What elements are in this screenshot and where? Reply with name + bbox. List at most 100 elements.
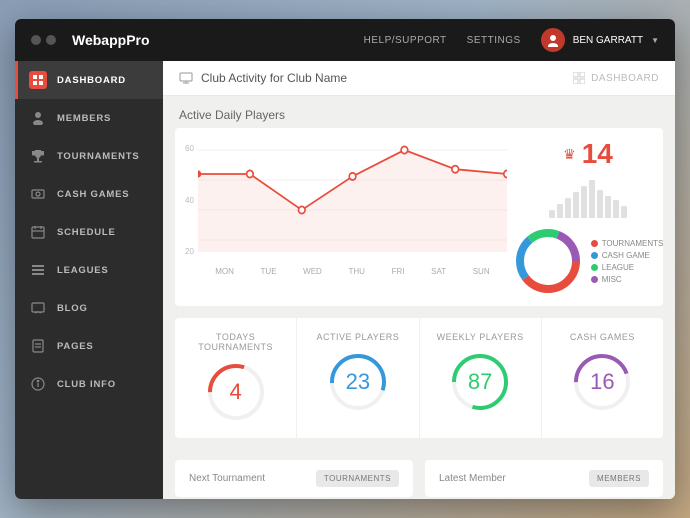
pages-icon xyxy=(29,337,47,355)
chevron-down-icon: ▼ xyxy=(651,36,659,45)
cashgames-icon xyxy=(29,185,47,203)
donut-area: TOURNAMENTS CASH GAME LEAGUE xyxy=(513,226,664,296)
monitor-icon xyxy=(179,71,193,85)
legend-dot-league xyxy=(591,264,598,271)
content-header: Club Activity for Club Name DASHBOARD xyxy=(163,61,675,96)
legend-label-league: LEAGUE xyxy=(602,263,634,272)
settings-link[interactable]: SETTINGS xyxy=(467,35,521,46)
sidebar-item-dashboard[interactable]: DASHBOARD xyxy=(15,61,163,99)
crown-stat: ♛ 14 xyxy=(563,138,613,170)
bar-6 xyxy=(589,180,595,218)
close-control[interactable] xyxy=(31,35,41,45)
progress-active-players: 23 xyxy=(326,350,390,414)
sidebar-item-pages[interactable]: PAGES xyxy=(15,327,163,365)
tournaments-icon xyxy=(29,147,47,165)
legend-label-tournaments: TOURNAMENTS xyxy=(602,239,664,248)
user-name: BEN GARRATT xyxy=(573,35,643,46)
stat-value-1: 23 xyxy=(346,369,370,395)
legend-cashgame: CASH GAME xyxy=(591,251,664,260)
bar-9 xyxy=(613,200,619,218)
donut-chart xyxy=(513,226,583,296)
stat-value-0: 4 xyxy=(230,379,242,405)
sidebar-blog-label: BLOG xyxy=(57,303,88,314)
bar-2 xyxy=(557,204,563,218)
minimize-control[interactable] xyxy=(46,35,56,45)
line-chart-svg xyxy=(198,138,507,258)
x-label-fri: FRI xyxy=(392,267,405,276)
progress-todays-tournaments: 4 xyxy=(204,360,268,424)
legend-misc: MISC xyxy=(591,275,664,284)
blog-icon xyxy=(29,299,47,317)
main-content: Club Activity for Club Name DASHBOARD Ac… xyxy=(163,61,675,499)
help-support-link[interactable]: HELP/SUPPORT xyxy=(364,35,447,46)
sidebar-clubinfo-label: CLUB INFO xyxy=(57,379,116,390)
x-axis-labels: MON TUE WED THU FRI SAT SUN xyxy=(198,267,507,276)
legend-league: LEAGUE xyxy=(591,263,664,272)
bar-8 xyxy=(605,196,611,218)
bar-7 xyxy=(597,190,603,218)
sidebar-pages-label: PAGES xyxy=(57,341,94,352)
sidebar-item-leagues[interactable]: LEAGUES xyxy=(15,251,163,289)
mini-bar-chart xyxy=(549,178,627,218)
legend-tournaments: TOURNAMENTS xyxy=(591,239,664,248)
leagues-icon xyxy=(29,261,47,279)
sidebar-cashgames-label: CASH GAMES xyxy=(57,189,129,200)
stat-title-0: Todays Tournaments xyxy=(185,332,286,352)
sidebar-tournaments-label: TOURNAMENTS xyxy=(57,151,140,162)
next-tournament-title: Next Tournament xyxy=(189,473,265,484)
stat-title-3: Cash Games xyxy=(552,332,653,342)
progress-weekly-players: 87 xyxy=(448,350,512,414)
dashboard-icon xyxy=(29,71,47,89)
crown-stat-value: 14 xyxy=(582,138,613,170)
stat-value-2: 87 xyxy=(468,369,492,395)
bar-1 xyxy=(549,210,555,218)
y-label-40: 40 xyxy=(185,196,194,205)
breadcrumb-icon xyxy=(573,72,585,84)
chart-svg-area: MON TUE WED THU FRI SAT SUN xyxy=(198,138,507,276)
chart-section-title: Active Daily Players xyxy=(163,96,675,128)
legend-label-cashgame: CASH GAME xyxy=(602,251,650,260)
sidebar-item-cashgames[interactable]: CASH GAMES xyxy=(15,175,163,213)
bar-4 xyxy=(573,192,579,218)
breadcrumb-text: DASHBOARD xyxy=(591,73,659,84)
app-body: DASHBOARD MEMBERS TOURN xyxy=(15,61,675,499)
members-icon xyxy=(29,109,47,127)
x-label-thu: THU xyxy=(348,267,364,276)
x-label-sat: SAT xyxy=(431,267,446,276)
stat-card-weekly-players: Weekly Players 87 xyxy=(420,318,542,438)
latest-member-title: Latest Member xyxy=(439,473,506,484)
stat-card-active-players: Active Players 23 xyxy=(297,318,419,438)
y-axis-labels: 60 40 20 xyxy=(185,138,194,276)
progress-cash-games: 16 xyxy=(570,350,634,414)
user-menu[interactable]: BEN GARRATT ▼ xyxy=(541,28,659,52)
content-title: Club Activity for Club Name xyxy=(201,71,347,85)
spacer xyxy=(163,450,675,460)
sidebar-item-blog[interactable]: BLOG xyxy=(15,289,163,327)
stats-row: Todays Tournaments 4 Active Players xyxy=(175,318,663,438)
window-controls xyxy=(31,35,56,45)
schedule-icon xyxy=(29,223,47,241)
sidebar-item-tournaments[interactable]: TOURNAMENTS xyxy=(15,137,163,175)
sidebar-item-schedule[interactable]: SCHEDULE xyxy=(15,213,163,251)
legend-dot-misc xyxy=(591,276,598,283)
content-title-area: Club Activity for Club Name xyxy=(179,71,347,85)
members-button[interactable]: MEMBERS xyxy=(589,470,649,487)
y-label-60: 60 xyxy=(185,144,194,153)
sidebar-item-members[interactable]: MEMBERS xyxy=(15,99,163,137)
sidebar: DASHBOARD MEMBERS TOURN xyxy=(15,61,163,499)
chart-area: 60 40 20 xyxy=(175,128,663,306)
clubinfo-icon xyxy=(29,375,47,393)
sidebar-leagues-label: LEAGUES xyxy=(57,265,109,276)
breadcrumb: DASHBOARD xyxy=(573,72,659,84)
chart-right-stats: ♛ 14 xyxy=(523,138,653,296)
avatar xyxy=(541,28,565,52)
sidebar-item-clubinfo[interactable]: CLUB INFO xyxy=(15,365,163,403)
tournaments-button[interactable]: TOURNAMENTS xyxy=(316,470,399,487)
stat-title-1: Active Players xyxy=(307,332,408,342)
sidebar-members-label: MEMBERS xyxy=(57,113,111,124)
bar-10 xyxy=(621,206,627,218)
sidebar-dashboard-label: DASHBOARD xyxy=(57,75,126,86)
bar-3 xyxy=(565,198,571,218)
y-label-20: 20 xyxy=(185,247,194,256)
x-label-mon: MON xyxy=(215,267,234,276)
